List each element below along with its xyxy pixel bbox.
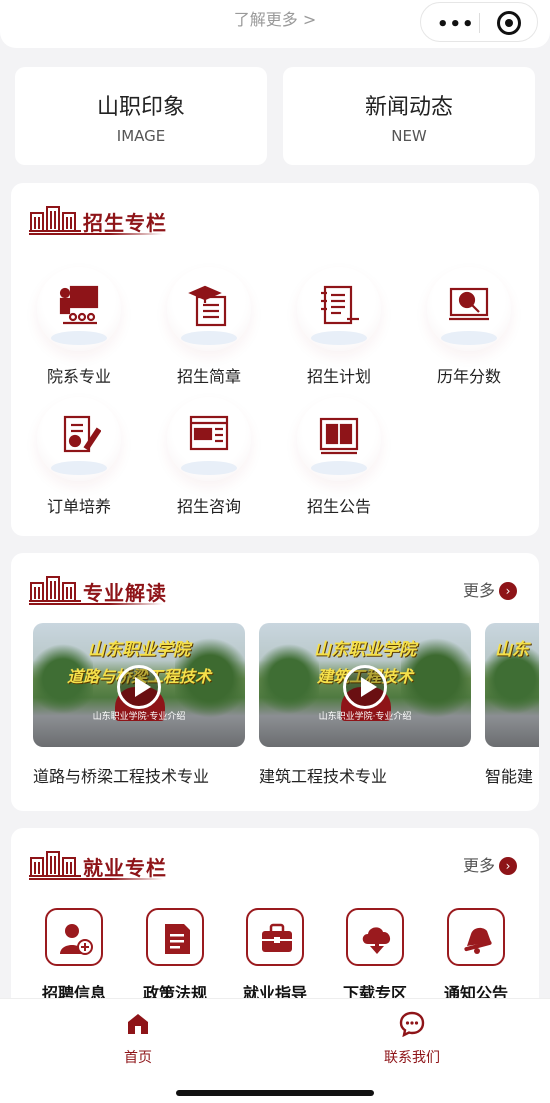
employment-section: 就业专栏 更多 › 招聘信息 政策法规 就业指导 下载专区 通知公告 bbox=[11, 828, 539, 1018]
section-header: 就业专栏 bbox=[29, 848, 329, 882]
card-subtitle: IMAGE bbox=[116, 127, 166, 145]
plan-notebook-icon bbox=[321, 285, 359, 325]
item-label: 历年分数 bbox=[436, 367, 501, 386]
icon-bubble bbox=[167, 397, 251, 481]
building-logo-icon bbox=[29, 206, 81, 232]
employment-item-policy[interactable]: 政策法规 bbox=[129, 908, 221, 1004]
icon-bubble bbox=[297, 267, 381, 351]
department-icon bbox=[59, 285, 99, 325]
tab-home[interactable]: 首页 bbox=[68, 1011, 208, 1067]
close-miniprogram-icon[interactable] bbox=[497, 11, 521, 35]
tab-label: 联系我们 bbox=[384, 1050, 440, 1066]
section-header: 专业解读 bbox=[29, 573, 329, 607]
majors-more-button[interactable]: 更多 › bbox=[463, 577, 517, 601]
admissions-item-announcement[interactable]: 招生公告 bbox=[279, 397, 399, 517]
item-label: 招生简章 bbox=[176, 367, 241, 386]
card-campus-impression[interactable]: 山职印象 IMAGE bbox=[15, 67, 267, 165]
item-label: 订单培养 bbox=[46, 497, 111, 516]
icon-box bbox=[346, 908, 404, 966]
order-edit-icon bbox=[63, 415, 101, 453]
bell-icon bbox=[464, 927, 492, 954]
title-underline bbox=[29, 233, 163, 235]
section-header: 招生专栏 bbox=[29, 203, 329, 237]
section-title: 就业专栏 bbox=[83, 856, 167, 880]
title-underline bbox=[29, 603, 163, 605]
employment-item-guidance[interactable]: 就业指导 bbox=[229, 908, 321, 1004]
chevron-right-icon: › bbox=[499, 857, 517, 875]
video-title: 智能建 bbox=[485, 767, 534, 786]
video-card[interactable]: 山东职业学院 建筑工程技术 山东职业学院·专业介绍 建筑工程技术专业 bbox=[259, 623, 471, 787]
tab-contact[interactable]: 联系我们 bbox=[342, 1011, 482, 1067]
download-cloud-icon bbox=[362, 927, 391, 954]
admissions-item-brochure[interactable]: 招生简章 bbox=[149, 267, 269, 387]
home-indicator bbox=[176, 1090, 374, 1096]
section-title: 招生专栏 bbox=[83, 211, 167, 235]
thumb-caption-intro: 山东职业学院·专业介绍 bbox=[92, 712, 186, 722]
video-thumbnail: 山东职业学院 建筑工程技术 山东职业学院·专业介绍 bbox=[259, 623, 471, 747]
policy-doc-icon bbox=[165, 924, 190, 954]
briefcase-icon bbox=[262, 923, 292, 952]
score-search-icon bbox=[449, 287, 489, 321]
bottom-tab-bar: 首页 联系我们 bbox=[0, 998, 550, 1103]
thumb-caption-school: 山东职业学院 bbox=[314, 640, 416, 660]
consult-chat-icon bbox=[189, 415, 229, 451]
icon-bubble bbox=[427, 267, 511, 351]
top-bar: 了解更多 > ••• bbox=[0, 0, 550, 48]
tab-label: 首页 bbox=[124, 1050, 152, 1066]
admissions-section: 招生专栏 院系专业 招生简章 招生计划 历年分数 订单培养 招生咨询 招生公告 bbox=[11, 183, 539, 536]
title-underline bbox=[29, 878, 163, 880]
more-options-icon[interactable]: ••• bbox=[437, 14, 475, 35]
majors-section: 专业解读 更多 › 山东职业学院 道路与桥梁工程技术 山东职业学院·专业介绍 道路… bbox=[11, 553, 539, 811]
icon-box bbox=[447, 908, 505, 966]
icon-bubble bbox=[37, 397, 121, 481]
icon-bubble bbox=[297, 397, 381, 481]
add-user-icon bbox=[60, 924, 93, 955]
admissions-item-plan[interactable]: 招生计划 bbox=[279, 267, 399, 387]
icon-box bbox=[246, 908, 304, 966]
card-title: 山职印象 bbox=[96, 95, 185, 120]
building-logo-icon bbox=[29, 576, 81, 602]
brochure-icon bbox=[188, 285, 227, 327]
employment-item-download[interactable]: 下载专区 bbox=[329, 908, 421, 1004]
more-label: 更多 bbox=[462, 581, 495, 600]
chevron-right-icon: › bbox=[499, 582, 517, 600]
video-thumbnail: 山东 bbox=[485, 623, 539, 747]
employment-more-button[interactable]: 更多 › bbox=[463, 852, 517, 876]
admissions-item-departments[interactable]: 院系专业 bbox=[19, 267, 139, 387]
video-title: 道路与桥梁工程技术专业 bbox=[33, 767, 210, 786]
employment-item-recruitment[interactable]: 招聘信息 bbox=[28, 908, 120, 1004]
capsule-divider bbox=[479, 13, 480, 33]
more-label: 更多 bbox=[462, 856, 495, 875]
chat-icon bbox=[399, 1011, 425, 1038]
video-title: 建筑工程技术专业 bbox=[259, 767, 388, 786]
item-label: 招生咨询 bbox=[176, 497, 241, 516]
item-label: 院系专业 bbox=[46, 367, 111, 386]
item-label: 招生计划 bbox=[306, 367, 371, 386]
video-card[interactable]: 山东 智能建 bbox=[485, 623, 539, 787]
play-icon[interactable] bbox=[117, 665, 161, 709]
miniprogram-capsule: ••• bbox=[420, 2, 538, 42]
building-logo-icon bbox=[29, 851, 81, 877]
admissions-item-consult[interactable]: 招生咨询 bbox=[149, 397, 269, 517]
video-card[interactable]: 山东职业学院 道路与桥梁工程技术 山东职业学院·专业介绍 道路与桥梁工程技术专业 bbox=[33, 623, 245, 787]
item-label: 招生公告 bbox=[306, 497, 371, 516]
card-news[interactable]: 新闻动态 NEW bbox=[283, 67, 535, 165]
thumb-caption-school: 山东职业学院 bbox=[88, 640, 190, 660]
icon-box bbox=[45, 908, 103, 966]
thumb-caption-school: 山东 bbox=[495, 640, 529, 660]
video-thumbnail: 山东职业学院 道路与桥梁工程技术 山东职业学院·专业介绍 bbox=[33, 623, 245, 747]
icon-box bbox=[146, 908, 204, 966]
card-subtitle: NEW bbox=[391, 127, 427, 145]
employment-item-notice[interactable]: 通知公告 bbox=[430, 908, 522, 1004]
card-title: 新闻动态 bbox=[364, 95, 453, 120]
announcement-book-icon bbox=[319, 417, 359, 455]
admissions-item-scores[interactable]: 历年分数 bbox=[409, 267, 529, 387]
section-title: 专业解读 bbox=[83, 581, 167, 605]
play-icon[interactable] bbox=[343, 665, 387, 709]
thumb-caption-intro: 山东职业学院·专业介绍 bbox=[318, 712, 412, 722]
icon-bubble bbox=[37, 267, 121, 351]
home-icon bbox=[128, 1014, 148, 1034]
admissions-item-order-training[interactable]: 订单培养 bbox=[19, 397, 139, 517]
icon-bubble bbox=[167, 267, 251, 351]
